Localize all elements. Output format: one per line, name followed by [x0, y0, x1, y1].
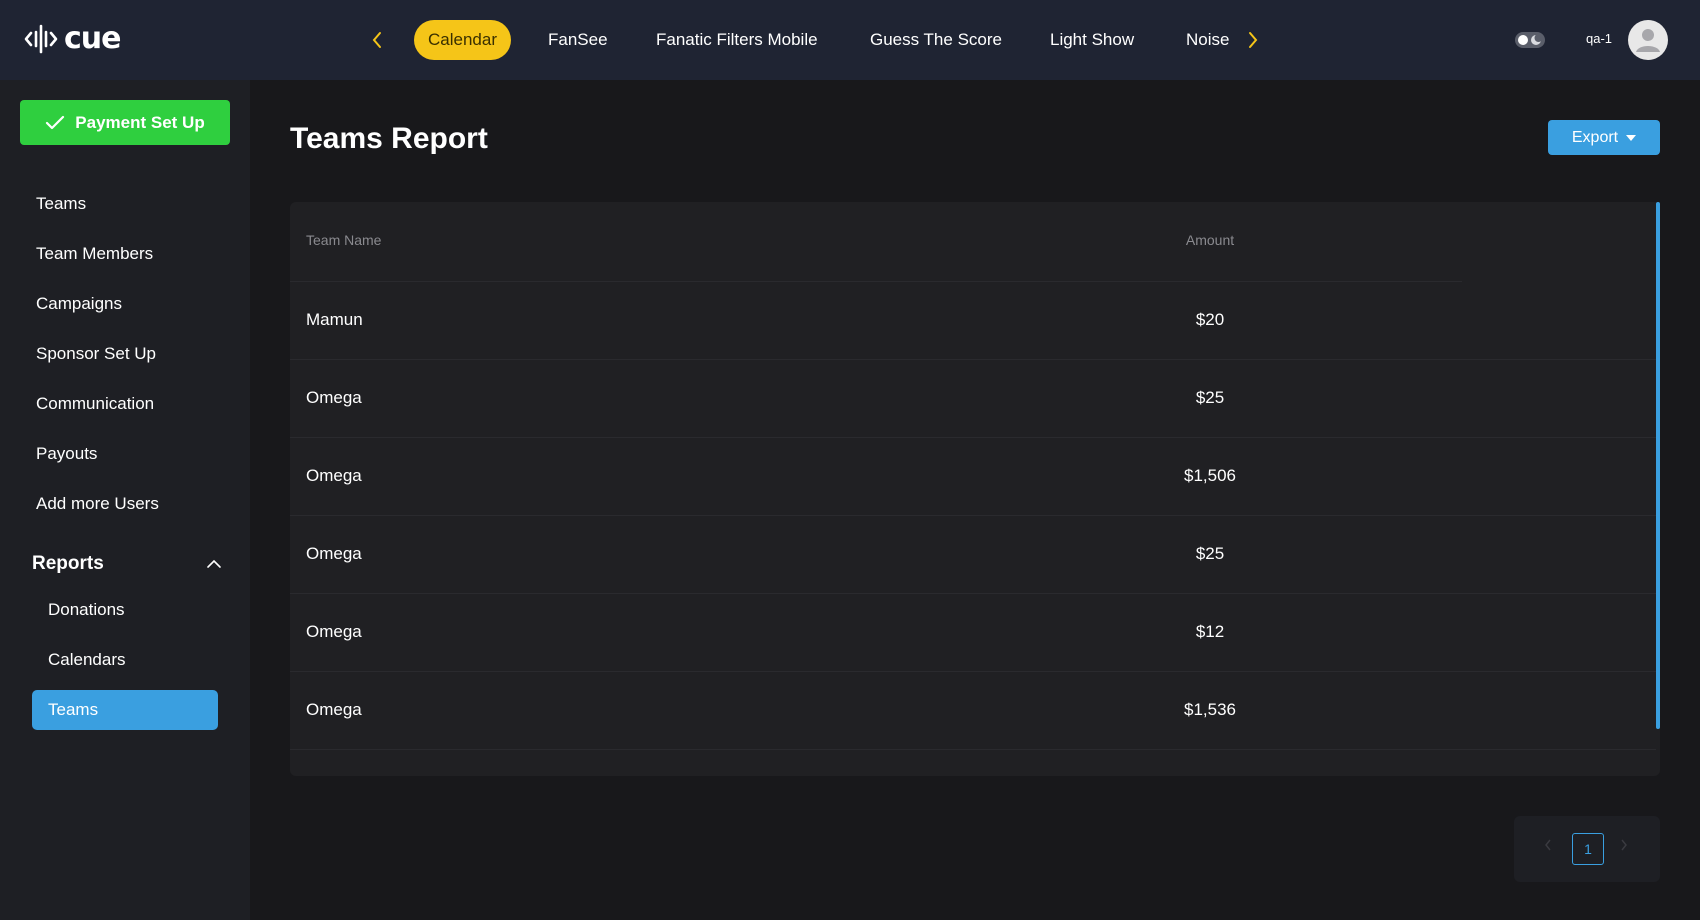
sidebar-item-team-members[interactable]: Team Members: [36, 244, 153, 264]
sidebar-item-communication[interactable]: Communication: [36, 394, 154, 414]
sidebar-item-sponsor-set-up[interactable]: Sponsor Set Up: [36, 344, 156, 364]
table-row-name: Omega: [306, 544, 362, 563]
table-row-amount: $20: [1195, 310, 1225, 329]
sidebar-item-reports-teams-label: Teams: [48, 700, 99, 719]
tab-fansee[interactable]: FanSee: [548, 20, 608, 60]
moon-toggle-icon: [1515, 32, 1545, 48]
table-row-name: Mamun: [306, 310, 363, 329]
pagination: 1: [1514, 816, 1660, 882]
row-divider: [290, 437, 1656, 438]
tab-guess-the-score[interactable]: Guess The Score: [870, 20, 1002, 60]
table-row-amount: $1,506: [1184, 466, 1236, 485]
payment-setup-button[interactable]: Payment Set Up: [20, 100, 230, 145]
tab-fanatic-filters-mobile[interactable]: Fanatic Filters Mobile: [656, 20, 818, 60]
table-row-amount: $12: [1195, 622, 1225, 641]
table-row-amount: $1,536: [1184, 700, 1236, 719]
chevron-left-icon: [1545, 839, 1551, 851]
row-divider: [290, 359, 1656, 360]
tabs-scroll-right-button[interactable]: [1242, 28, 1264, 52]
row-divider: [290, 749, 1656, 750]
sidebar-item-calendars[interactable]: Calendars: [48, 650, 126, 670]
tab-noise[interactable]: Noise: [1186, 20, 1229, 60]
table-row-name: Omega: [306, 622, 362, 641]
chevron-up-icon: [207, 559, 221, 568]
column-header-amount[interactable]: Amount: [1130, 232, 1290, 248]
row-divider: [290, 593, 1656, 594]
table-row-name: Omega: [306, 700, 362, 719]
logo[interactable]: cue: [24, 22, 121, 56]
tab-calendar[interactable]: Calendar: [414, 20, 511, 60]
sidebar-item-payouts[interactable]: Payouts: [36, 444, 97, 464]
export-button[interactable]: Export: [1548, 120, 1660, 155]
tab-light-show[interactable]: Light Show: [1050, 20, 1134, 60]
chevron-right-icon: [1621, 839, 1627, 851]
reports-section-toggle[interactable]: Reports: [32, 550, 222, 578]
sidebar: Payment Set Up Teams Team Members Campai…: [0, 80, 250, 920]
table-row-amount: $25: [1195, 388, 1225, 407]
sidebar-item-teams[interactable]: Teams: [36, 194, 86, 214]
sidebar-item-campaigns[interactable]: Campaigns: [36, 294, 122, 314]
chevron-right-icon: [1249, 32, 1258, 48]
column-header-team-name[interactable]: Team Name: [306, 232, 381, 248]
table-row-amount: $25: [1195, 544, 1225, 563]
avatar[interactable]: [1628, 20, 1668, 60]
theme-toggle[interactable]: [1514, 30, 1546, 50]
export-label: Export: [1571, 128, 1619, 146]
sidebar-item-reports-teams[interactable]: Teams: [32, 690, 218, 730]
tabs-scroll-left-button[interactable]: [366, 28, 388, 52]
table-row-name: Omega: [306, 388, 362, 407]
table-scrollbar[interactable]: [1656, 202, 1660, 729]
user-icon: [1636, 29, 1660, 52]
payment-setup-label: Payment Set Up: [75, 112, 205, 132]
page-button-current[interactable]: 1: [1572, 833, 1604, 865]
next-page-button[interactable]: [1620, 838, 1628, 856]
chevron-left-icon: [372, 32, 381, 48]
reports-label: Reports: [32, 553, 104, 574]
sound-wave-icon: [24, 24, 58, 54]
row-divider: [290, 515, 1656, 516]
check-icon: [46, 115, 65, 129]
user-label: qa-1: [1586, 31, 1613, 46]
table-header-divider: [290, 281, 1462, 282]
teams-table: [290, 202, 1660, 776]
sidebar-item-donations[interactable]: Donations: [48, 600, 125, 620]
previous-page-button[interactable]: [1544, 838, 1552, 856]
caret-down-icon: [1626, 134, 1637, 141]
page-title: Teams Report: [290, 122, 488, 155]
sidebar-item-add-more-users[interactable]: Add more Users: [36, 494, 159, 514]
top-bar: cue Calendar FanSee Fanatic Filters Mobi…: [0, 0, 1700, 80]
row-divider: [290, 671, 1656, 672]
table-row-name: Omega: [306, 466, 362, 485]
logo-text: cue: [64, 21, 121, 56]
